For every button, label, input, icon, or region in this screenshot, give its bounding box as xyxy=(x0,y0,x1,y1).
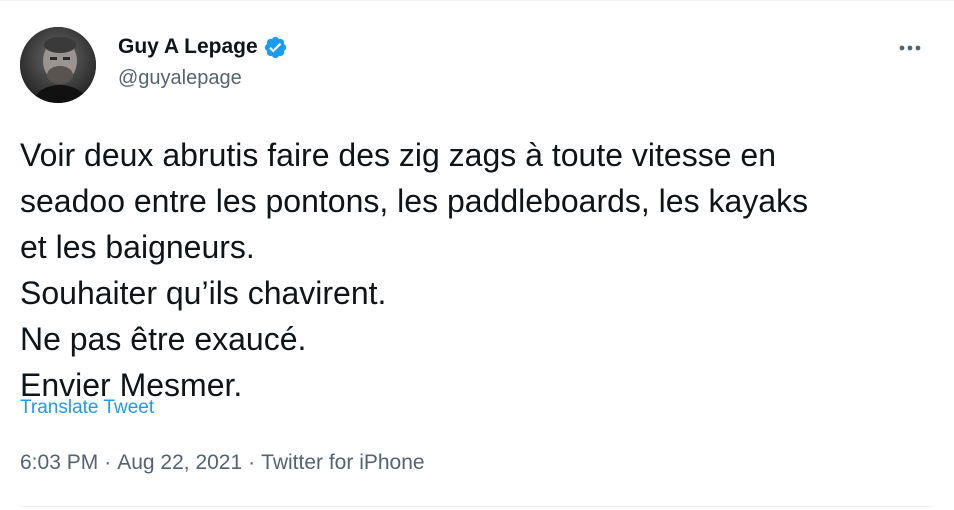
verified-badge-icon xyxy=(263,35,288,60)
author-handle[interactable]: @guyalepage xyxy=(118,67,242,90)
tweet-line: Ne pas être exaucé. xyxy=(20,321,307,357)
author-name-row: Guy A Lepage xyxy=(118,34,288,60)
translate-tweet-link[interactable]: Translate Tweet xyxy=(20,397,154,419)
tweet-date[interactable]: Aug 22, 2021 xyxy=(117,451,242,475)
tweet-source[interactable]: Twitter for iPhone xyxy=(261,451,424,475)
more-dots-icon xyxy=(899,45,921,51)
tweet-line: et les baigneurs. xyxy=(20,229,255,265)
tweet-line: Voir deux abrutis faire des zig zags à t… xyxy=(20,137,776,173)
tweet-text: Voir deux abrutis faire des zig zags à t… xyxy=(20,132,940,408)
tweet-line: seadoo entre les pontons, les paddleboar… xyxy=(20,183,809,219)
avatar[interactable] xyxy=(20,27,96,103)
meta-separator: · xyxy=(248,451,256,474)
tweet-time[interactable]: 6:03 PM xyxy=(20,451,98,475)
author-display-name[interactable]: Guy A Lepage xyxy=(118,35,258,59)
more-options-button[interactable] xyxy=(890,31,930,65)
tweet-card: Guy A Lepage @guyalepage Voir deux abrut… xyxy=(0,0,954,510)
tweet-metadata: 6:03 PM · Aug 22, 2021 · Twitter for iPh… xyxy=(20,451,425,475)
profile-photo-icon xyxy=(20,27,96,103)
tweet-line: Envier Mesmer. xyxy=(20,367,243,403)
divider xyxy=(20,506,934,507)
meta-separator: · xyxy=(104,451,112,474)
tweet-line: Souhaiter qu’ils chavirent. xyxy=(20,275,387,311)
